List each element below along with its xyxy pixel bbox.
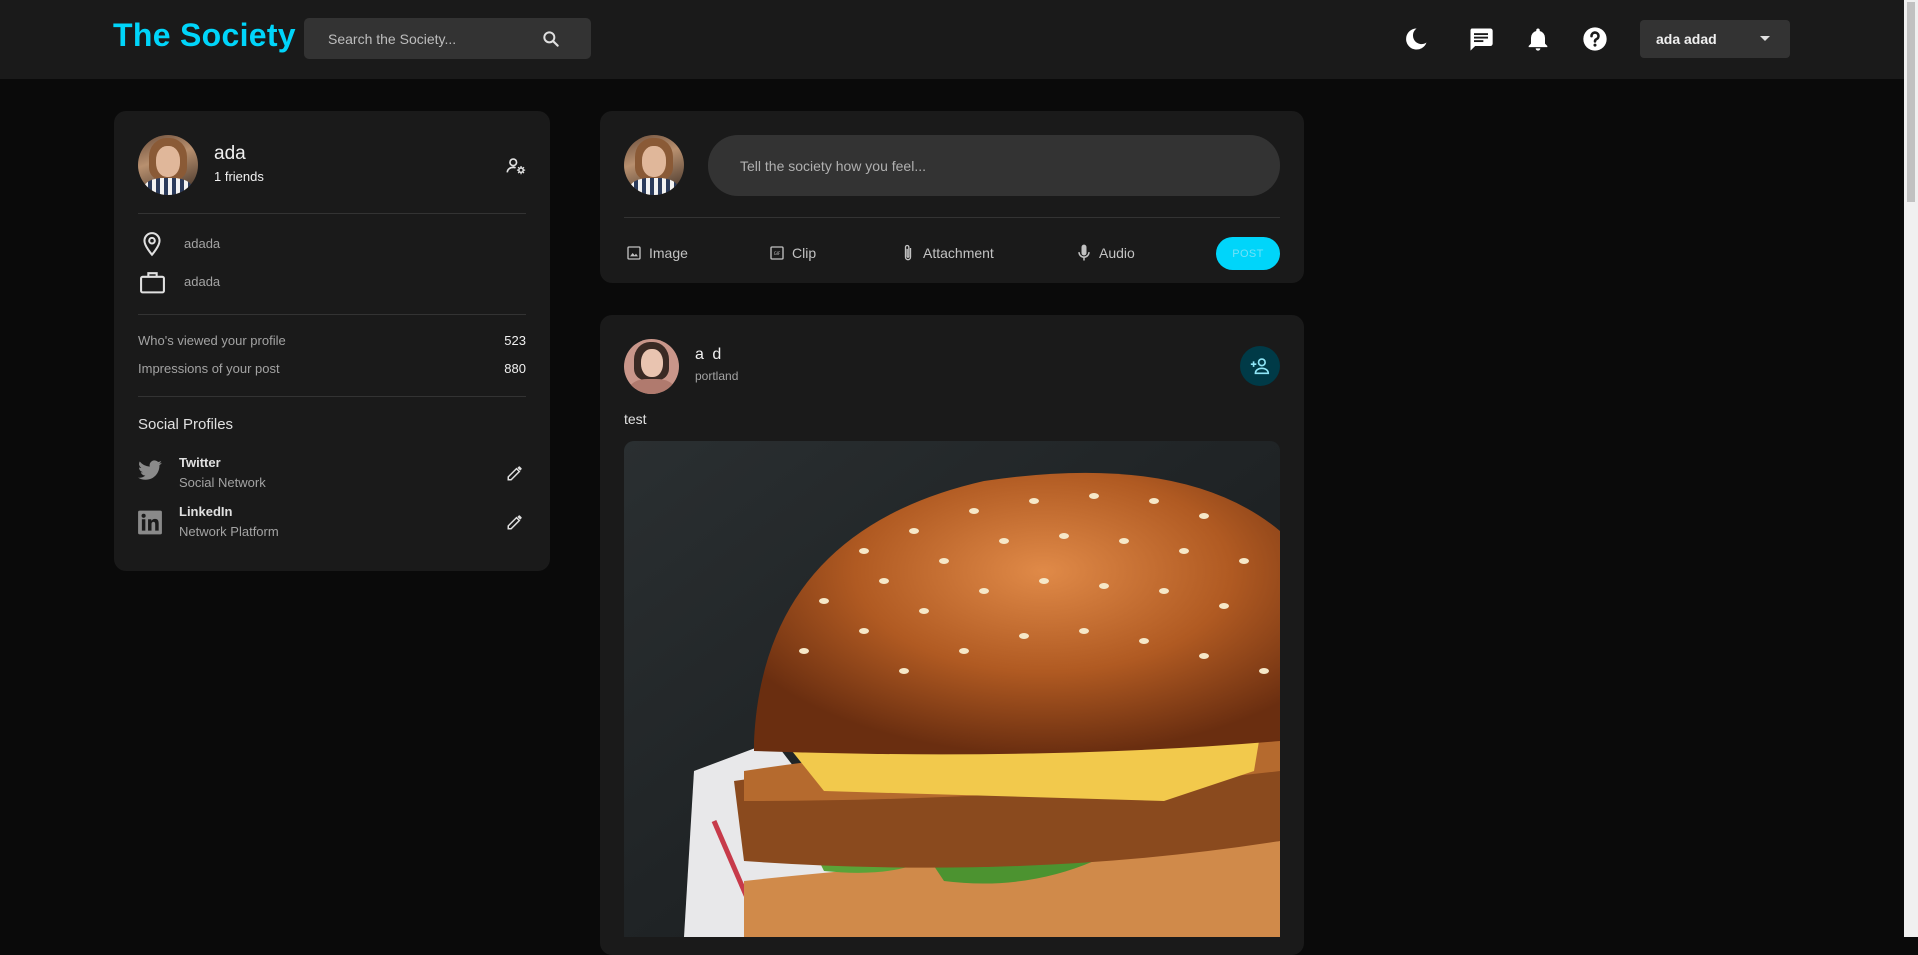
social-profiles-title: Social Profiles (138, 416, 234, 433)
profile-occupation: adada (184, 274, 221, 289)
linkedin-icon (138, 510, 162, 535)
navbar: The Society ada adad (0, 0, 1904, 79)
location-icon (143, 232, 161, 257)
edit-twitter-icon[interactable] (506, 464, 524, 482)
scrollbar-thumb[interactable] (1907, 2, 1915, 202)
search-input[interactable] (328, 30, 538, 47)
stat-value-impressions: 880 (504, 361, 526, 376)
message-icon[interactable] (1467, 25, 1495, 53)
clip-action-label: Clip (792, 245, 817, 261)
twitter-icon (138, 460, 162, 480)
burger-photo (624, 441, 1280, 937)
work-icon (140, 272, 165, 294)
attachment-action[interactable]: Attachment (900, 243, 994, 263)
page-scrollbar[interactable] (1904, 0, 1918, 937)
search-bar (304, 18, 591, 59)
composer-avatar[interactable] (624, 135, 684, 195)
attachment-icon (904, 244, 912, 261)
clip-action[interactable]: GIF Clip (769, 243, 816, 263)
audio-action-label: Audio (1099, 245, 1135, 261)
divider (138, 314, 526, 315)
manage-account-icon[interactable] (505, 155, 527, 177)
person-add-icon (1250, 358, 1270, 375)
post-button[interactable]: POST (1216, 237, 1280, 270)
microphone-icon (1078, 244, 1090, 261)
notification-icon[interactable] (1524, 25, 1552, 53)
profile-location: adada (184, 236, 221, 251)
divider (138, 213, 526, 214)
social-name-twitter: Twitter (179, 455, 221, 470)
divider (138, 396, 526, 397)
svg-text:GIF: GIF (774, 251, 781, 256)
post-text: test (624, 411, 647, 427)
profile-friends-count: 1 friends (214, 169, 264, 184)
profile-avatar[interactable] (138, 135, 198, 195)
image-icon (627, 246, 641, 260)
stat-value-profile-views: 523 (504, 333, 526, 348)
user-menu-select[interactable]: ada adad (1640, 20, 1790, 58)
post-author-location: portland (695, 369, 739, 383)
help-icon[interactable] (1581, 25, 1609, 53)
brand-logo[interactable]: The Society (113, 17, 296, 54)
divider (624, 217, 1280, 218)
edit-linkedin-icon[interactable] (506, 513, 524, 531)
post-image[interactable] (624, 441, 1280, 937)
attachment-action-label: Attachment (923, 245, 994, 261)
user-name: ada adad (1656, 31, 1717, 47)
profile-name[interactable]: ada (214, 143, 246, 165)
social-name-linkedin: LinkedIn (179, 504, 233, 519)
stat-label-impressions: Impressions of your post (138, 361, 280, 376)
chevron-down-icon (1760, 36, 1770, 41)
stat-label-profile-views: Who's viewed your profile (138, 333, 286, 348)
post-input[interactable] (740, 157, 1240, 174)
search-icon[interactable] (541, 29, 561, 49)
social-sub-twitter: Social Network (179, 475, 266, 490)
dark-mode-icon[interactable] (1402, 25, 1430, 53)
image-action[interactable]: Image (626, 243, 688, 263)
audio-action[interactable]: Audio (1076, 243, 1135, 263)
image-action-label: Image (649, 245, 688, 261)
post-author-name[interactable]: a d (695, 346, 723, 364)
post-input-wrapper (708, 135, 1280, 196)
social-sub-linkedin: Network Platform (179, 524, 279, 539)
post-author-avatar[interactable] (624, 339, 679, 394)
add-friend-button[interactable] (1240, 346, 1280, 386)
gif-icon: GIF (770, 246, 784, 260)
